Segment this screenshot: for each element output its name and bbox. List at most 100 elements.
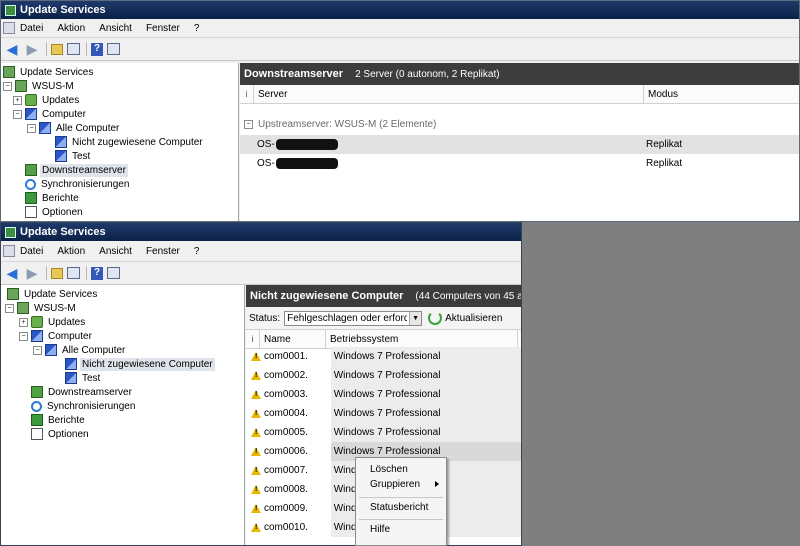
name-column-header[interactable]: Name xyxy=(260,330,326,348)
up-folder-icon[interactable] xyxy=(51,267,63,279)
info-column-header[interactable]: i xyxy=(240,85,254,103)
tree-item[interactable]: Optionen xyxy=(25,205,85,219)
tree-item[interactable]: Test xyxy=(55,149,92,163)
tree-item[interactable]: Downstreamserver xyxy=(31,385,134,399)
back-menu-help[interactable]: ? xyxy=(194,23,200,34)
show-hide-tree-icon[interactable] xyxy=(67,43,80,55)
tree-item-label: Computer xyxy=(48,330,92,342)
tree-item-label: Optionen xyxy=(42,206,83,218)
front-menu-datei[interactable]: Datei xyxy=(3,245,43,257)
collapse-icon[interactable]: − xyxy=(19,332,28,341)
os-column-header[interactable]: Betriebssystem xyxy=(326,330,518,348)
context-menu-help[interactable]: Hilfe xyxy=(370,522,444,536)
expand-icon[interactable]: + xyxy=(19,318,28,327)
front-menu-help[interactable]: ? xyxy=(194,246,200,257)
tree-item[interactable]: Nicht zugewiesene Computer xyxy=(65,357,215,371)
back-arrow-icon[interactable]: ◀ xyxy=(4,265,20,281)
tree-item[interactable]: + Updates xyxy=(19,315,87,329)
back-title-bar[interactable]: Update Services xyxy=(1,1,799,19)
tree-item[interactable]: − Alle Computer xyxy=(33,343,127,357)
tree-item[interactable]: Update Services xyxy=(7,287,99,301)
app-icon xyxy=(5,226,16,238)
server-icon xyxy=(17,302,29,314)
tree-item[interactable]: Test xyxy=(65,371,102,385)
status-dropdown[interactable]: Fehlgeschlagen oder erforderli ▼ xyxy=(284,310,423,326)
table-row[interactable]: com0004. Windows 7 Professional xyxy=(246,403,521,424)
help-icon[interactable]: ? xyxy=(91,42,103,56)
tree-item[interactable]: Downstreamserver xyxy=(25,163,128,177)
tree-item[interactable]: − WSUS-M xyxy=(3,79,76,93)
computer-name-cell: com0002. xyxy=(264,370,308,381)
back-panel-subtitle: 2 Server (0 autonom, 2 Replikat) xyxy=(355,68,500,80)
mode-column-header[interactable]: Modus xyxy=(644,85,799,103)
collapse-icon[interactable]: − xyxy=(244,120,253,129)
warning-icon xyxy=(251,504,261,513)
back-menu-datei[interactable]: Datei xyxy=(3,22,43,34)
upstream-group-header[interactable]: − Upstreamserver: WSUS-M (2 Elemente) xyxy=(244,119,436,130)
tree-item[interactable]: Optionen xyxy=(31,427,91,441)
tree-item[interactable]: + Updates xyxy=(13,93,81,107)
table-row[interactable]: OS- Replikat xyxy=(240,135,799,154)
warning-icon xyxy=(251,352,261,361)
tree-item[interactable]: Berichte xyxy=(25,191,81,205)
table-row[interactable]: com0003. Windows 7 Professional xyxy=(246,384,521,405)
forward-arrow-icon[interactable]: ▶ xyxy=(24,265,40,281)
tree-item[interactable]: Synchronisierungen xyxy=(25,177,131,191)
computers-icon xyxy=(45,344,57,356)
info-column-header[interactable]: i xyxy=(246,330,260,348)
show-hide-tree-icon[interactable] xyxy=(67,267,80,279)
tree-item[interactable]: − WSUS-M xyxy=(5,301,78,315)
server-icon xyxy=(7,288,19,300)
back-detail-pane: Downstreamserver 2 Server (0 autonom, 2 … xyxy=(240,63,799,221)
front-menu-aktion[interactable]: Aktion xyxy=(57,246,85,257)
tree-item[interactable]: Nicht zugewiesene Computer xyxy=(55,135,205,149)
table-row[interactable]: OS- Replikat xyxy=(240,154,799,173)
context-menu-status-report[interactable]: Statusbericht xyxy=(370,500,444,514)
collapse-icon[interactable]: − xyxy=(3,82,12,91)
tree-item[interactable]: Update Services xyxy=(3,65,95,79)
collapse-icon[interactable]: − xyxy=(13,110,22,119)
front-menu-ansicht[interactable]: Ansicht xyxy=(99,246,132,257)
reports-icon xyxy=(25,192,37,204)
tree-item-label: Downstreamserver xyxy=(40,163,128,177)
context-menu-group[interactable]: Gruppieren xyxy=(370,477,444,491)
tree-item[interactable]: Synchronisierungen xyxy=(31,399,137,413)
back-toolbar: ◀ ▶ ? xyxy=(1,38,799,61)
front-menu-fenster[interactable]: Fenster xyxy=(146,246,180,257)
front-title-bar[interactable]: Update Services xyxy=(1,223,521,241)
table-row[interactable]: com0001. Windows 7 Professional xyxy=(246,346,521,367)
table-row[interactable]: com0002. Windows 7 Professional xyxy=(246,365,521,386)
context-menu-delete[interactable]: Löschen xyxy=(370,462,444,476)
collapse-icon[interactable]: − xyxy=(33,346,42,355)
tree-item[interactable]: − Computer xyxy=(19,329,94,343)
context-menu-separator xyxy=(359,497,443,498)
os-cell: Windows 7 Professional xyxy=(330,403,521,424)
tree-item[interactable]: − Alle Computer xyxy=(27,121,121,135)
table-row[interactable]: com0005. Windows 7 Professional xyxy=(246,422,521,443)
server-column-header[interactable]: Server xyxy=(254,85,644,103)
refresh-icon xyxy=(428,311,443,325)
forward-arrow-icon[interactable]: ▶ xyxy=(24,41,40,57)
collapse-icon[interactable]: − xyxy=(5,304,14,313)
computer-name-cell: com0010. xyxy=(264,522,308,533)
help-icon[interactable]: ? xyxy=(91,266,103,280)
toolbar-separator xyxy=(46,266,47,280)
warning-icon xyxy=(251,485,261,494)
back-menu-aktion[interactable]: Aktion xyxy=(57,23,85,34)
back-panel-title: Downstreamserver xyxy=(244,68,344,80)
up-folder-icon[interactable] xyxy=(51,43,63,55)
collapse-icon[interactable]: − xyxy=(27,124,36,133)
server-name-cell: OS- xyxy=(257,158,275,169)
back-menu-ansicht[interactable]: Ansicht xyxy=(99,23,132,34)
back-tree-pane: Update Services − WSUS-M + Updates − Computer −… xyxy=(1,63,239,221)
chevron-down-icon[interactable]: ▼ xyxy=(409,311,422,325)
expand-icon[interactable]: + xyxy=(13,96,22,105)
tree-item-label: Computer xyxy=(42,108,86,120)
back-menu-fenster[interactable]: Fenster xyxy=(146,23,180,34)
action-pane-icon[interactable] xyxy=(107,267,120,279)
tree-item[interactable]: Berichte xyxy=(31,413,87,427)
refresh-button[interactable]: Aktualisieren xyxy=(428,311,502,325)
tree-item[interactable]: − Computer xyxy=(13,107,88,121)
action-pane-icon[interactable] xyxy=(107,43,120,55)
back-arrow-icon[interactable]: ◀ xyxy=(4,41,20,57)
